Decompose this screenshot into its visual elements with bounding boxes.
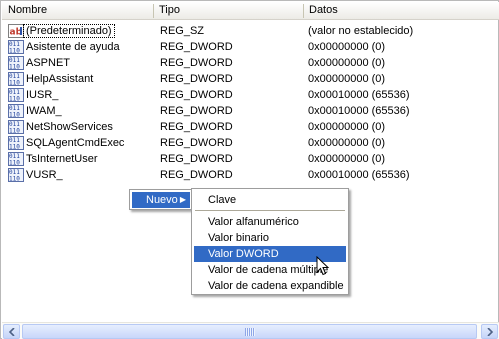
row-data: 0x00010000 (65536) <box>308 169 410 181</box>
binary-value-icon: 011 110 <box>8 88 24 102</box>
svg-text:110: 110 <box>9 128 20 135</box>
column-header-type[interactable]: Tipo <box>153 2 303 20</box>
row-type: REG_DWORD <box>160 89 233 101</box>
binary-value-icon: 011 110 <box>8 152 24 166</box>
scroll-left-button[interactable] <box>3 324 20 339</box>
row-name: TsInternetUser <box>26 153 98 165</box>
binary-value-icon: 011 110 <box>8 104 24 118</box>
row-data: 0x00000000 (0) <box>308 41 386 53</box>
binary-value-icon: 011 110 <box>8 56 24 70</box>
submenu-arrow-icon: ▶ <box>179 195 186 204</box>
menu-item-label: Nuevo <box>146 194 178 206</box>
svg-text:110: 110 <box>9 48 20 55</box>
table-row[interactable]: 011 110 TsInternetUser REG_DWORD 0x00000… <box>2 151 499 167</box>
binary-value-icon: 011 110 <box>8 72 24 86</box>
menu-item-valor-binario[interactable]: Valor binario <box>194 230 346 246</box>
row-type: REG_DWORD <box>160 41 233 53</box>
row-type: REG_DWORD <box>160 73 233 85</box>
svg-text:110: 110 <box>9 80 20 87</box>
row-name: (Predeterminado) <box>23 24 115 38</box>
table-row[interactable]: 011 110 NetShowServices REG_DWORD 0x0000… <box>2 119 499 135</box>
table-row[interactable]: 011 110 SQLAgentCmdExec REG_DWORD 0x0000… <box>2 135 499 151</box>
row-name: ASPNET <box>26 57 71 69</box>
row-data: 0x00010000 (65536) <box>308 89 410 101</box>
row-name: IWAM_ <box>26 105 62 117</box>
registry-values-pane: Nombre Tipo Datos ab (Predeterminado) RE… <box>0 0 499 339</box>
table-row[interactable]: 011 110 HelpAssistant REG_DWORD 0x000000… <box>2 71 499 87</box>
row-data: 0x00000000 (0) <box>308 57 386 69</box>
scroll-right-button[interactable] <box>481 324 498 339</box>
row-data: 0x00010000 (65536) <box>308 105 410 117</box>
horizontal-scrollbar[interactable] <box>2 322 499 339</box>
menu-item-clave[interactable]: Clave <box>194 192 346 208</box>
new-submenu: Clave Valor alfanumérico Valor binario V… <box>191 188 349 295</box>
table-row[interactable]: ab (Predeterminado) REG_SZ (valor no est… <box>2 23 499 39</box>
svg-text:110: 110 <box>9 112 20 119</box>
context-menu: Nuevo ▶ <box>129 189 193 210</box>
row-type: REG_DWORD <box>160 137 233 149</box>
column-header-data[interactable]: Datos <box>303 2 499 20</box>
row-type: REG_DWORD <box>160 105 233 117</box>
table-row[interactable]: 011 110 IWAM_ REG_DWORD 0x00010000 (6553… <box>2 103 499 119</box>
table-row[interactable]: 011 110 VUSR_ REG_DWORD 0x00010000 (6553… <box>2 167 499 183</box>
scroll-thumb[interactable] <box>22 324 477 339</box>
row-name: SQLAgentCmdExec <box>26 137 125 149</box>
scroll-grip-icon <box>245 328 255 336</box>
mouse-cursor-icon <box>316 256 330 276</box>
row-type: REG_SZ <box>160 25 205 37</box>
row-name: Asistente de ayuda <box>26 41 120 53</box>
row-type: REG_DWORD <box>160 153 233 165</box>
row-data: 0x00000000 (0) <box>308 121 386 133</box>
table-row[interactable]: 011 110 Asistente de ayuda REG_DWORD 0x0… <box>2 39 499 55</box>
row-type: REG_DWORD <box>160 169 233 181</box>
row-name: VUSR_ <box>26 169 63 181</box>
string-value-icon: ab <box>8 24 24 38</box>
svg-text:110: 110 <box>9 176 20 183</box>
menu-item-valor-cadena-expandible[interactable]: Valor de cadena expandible <box>194 278 346 294</box>
binary-value-icon: 011 110 <box>8 168 24 182</box>
row-name: NetShowServices <box>26 121 113 133</box>
row-type: REG_DWORD <box>160 57 233 69</box>
menu-item-valor-alfanumerico[interactable]: Valor alfanumérico <box>194 214 346 230</box>
arrow-right-icon <box>487 328 493 336</box>
binary-value-icon: 011 110 <box>8 136 24 150</box>
row-data: 0x00000000 (0) <box>308 153 386 165</box>
svg-text:110: 110 <box>9 144 20 151</box>
arrow-left-icon <box>9 328 15 336</box>
binary-value-icon: 011 110 <box>8 40 24 54</box>
svg-text:110: 110 <box>9 64 20 71</box>
row-data: (valor no establecido) <box>308 25 414 37</box>
values-list: ab (Predeterminado) REG_SZ (valor no est… <box>2 23 499 183</box>
svg-text:110: 110 <box>9 96 20 103</box>
svg-text:110: 110 <box>9 160 20 167</box>
binary-value-icon: 011 110 <box>8 120 24 134</box>
row-data: 0x00000000 (0) <box>308 137 386 149</box>
table-row[interactable]: 011 110 IUSR_ REG_DWORD 0x00010000 (6553… <box>2 87 499 103</box>
row-name: HelpAssistant <box>26 73 94 85</box>
row-data: 0x00000000 (0) <box>308 73 386 85</box>
column-header-name[interactable]: Nombre <box>2 2 153 20</box>
menu-item-nuevo[interactable]: Nuevo ▶ <box>132 192 190 208</box>
list-header: Nombre Tipo Datos <box>2 2 499 20</box>
table-row[interactable]: 011 110 ASPNET REG_DWORD 0x00000000 (0) <box>2 55 499 71</box>
menu-separator <box>195 210 345 212</box>
row-type: REG_DWORD <box>160 121 233 133</box>
row-name: IUSR_ <box>26 89 59 101</box>
